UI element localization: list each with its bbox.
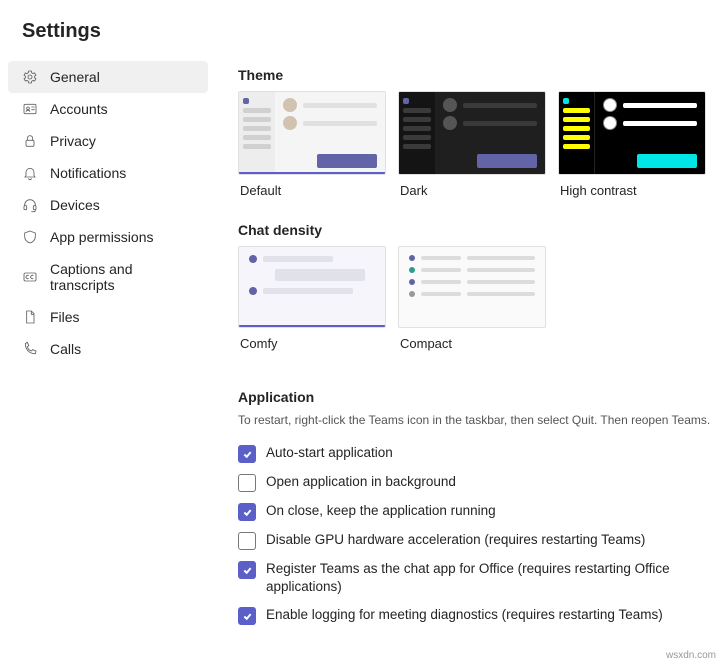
sidebar-item-files[interactable]: Files (8, 301, 208, 333)
density-option-label: Compact (400, 336, 546, 351)
theme-option-label: Dark (400, 183, 546, 198)
shield-icon (22, 229, 38, 245)
sidebar-item-label: Devices (50, 197, 100, 213)
lock-icon (22, 133, 38, 149)
theme-option-label: High contrast (560, 183, 706, 198)
sidebar-item-label: Accounts (50, 101, 108, 117)
bell-icon (22, 165, 38, 181)
checkbox-enable-logging[interactable] (238, 607, 256, 625)
option-enable-logging: Enable logging for meeting diagnostics (… (238, 601, 716, 630)
checkbox-open-bg[interactable] (238, 474, 256, 492)
headset-icon (22, 197, 38, 213)
watermark: wsxdn.com (666, 650, 716, 661)
checkbox-register-chat[interactable] (238, 561, 256, 579)
option-register-chat: Register Teams as the chat app for Offic… (238, 555, 716, 601)
option-on-close: On close, keep the application running (238, 497, 716, 526)
option-label: Disable GPU hardware acceleration (requi… (266, 531, 645, 549)
sidebar: General Accounts Privacy Notifications D… (0, 61, 216, 630)
option-open-bg: Open application in background (238, 468, 716, 497)
theme-option-label: Default (240, 183, 386, 198)
option-disable-gpu: Disable GPU hardware acceleration (requi… (238, 526, 716, 555)
sidebar-item-accounts[interactable]: Accounts (8, 93, 208, 125)
sidebar-item-label: Calls (50, 341, 81, 357)
theme-heading: Theme (238, 67, 716, 83)
sidebar-item-app-permissions[interactable]: App permissions (8, 221, 208, 253)
application-heading: Application (238, 389, 716, 405)
sidebar-item-devices[interactable]: Devices (8, 189, 208, 221)
theme-option-default[interactable] (238, 91, 386, 175)
id-card-icon (22, 101, 38, 117)
theme-option-dark[interactable] (398, 91, 546, 175)
sidebar-item-general[interactable]: General (8, 61, 208, 93)
sidebar-item-label: Captions and transcripts (50, 261, 194, 293)
sidebar-item-label: App permissions (50, 229, 154, 245)
cc-icon (22, 269, 38, 285)
sidebar-item-label: Privacy (50, 133, 96, 149)
checkbox-on-close[interactable] (238, 503, 256, 521)
option-label: Auto-start application (266, 444, 393, 462)
sidebar-item-privacy[interactable]: Privacy (8, 125, 208, 157)
option-label: Open application in background (266, 473, 456, 491)
page-title: Settings (0, 0, 720, 43)
checkbox-auto-start[interactable] (238, 445, 256, 463)
sidebar-item-notifications[interactable]: Notifications (8, 157, 208, 189)
theme-option-high-contrast[interactable] (558, 91, 706, 175)
density-option-compact[interactable] (398, 246, 546, 328)
gear-icon (22, 69, 38, 85)
option-auto-start: Auto-start application (238, 439, 716, 468)
sidebar-item-captions[interactable]: Captions and transcripts (8, 253, 208, 301)
sidebar-item-label: Files (50, 309, 80, 325)
phone-icon (22, 341, 38, 357)
application-note: To restart, right-click the Teams icon i… (238, 413, 716, 427)
density-option-label: Comfy (240, 336, 386, 351)
file-icon (22, 309, 38, 325)
option-label: Enable logging for meeting diagnostics (… (266, 606, 663, 624)
option-label: On close, keep the application running (266, 502, 496, 520)
density-heading: Chat density (238, 222, 716, 238)
option-label: Register Teams as the chat app for Offic… (266, 560, 716, 596)
density-option-comfy[interactable] (238, 246, 386, 328)
sidebar-item-label: General (50, 69, 100, 85)
checkbox-disable-gpu[interactable] (238, 532, 256, 550)
sidebar-item-calls[interactable]: Calls (8, 333, 208, 365)
sidebar-item-label: Notifications (50, 165, 126, 181)
